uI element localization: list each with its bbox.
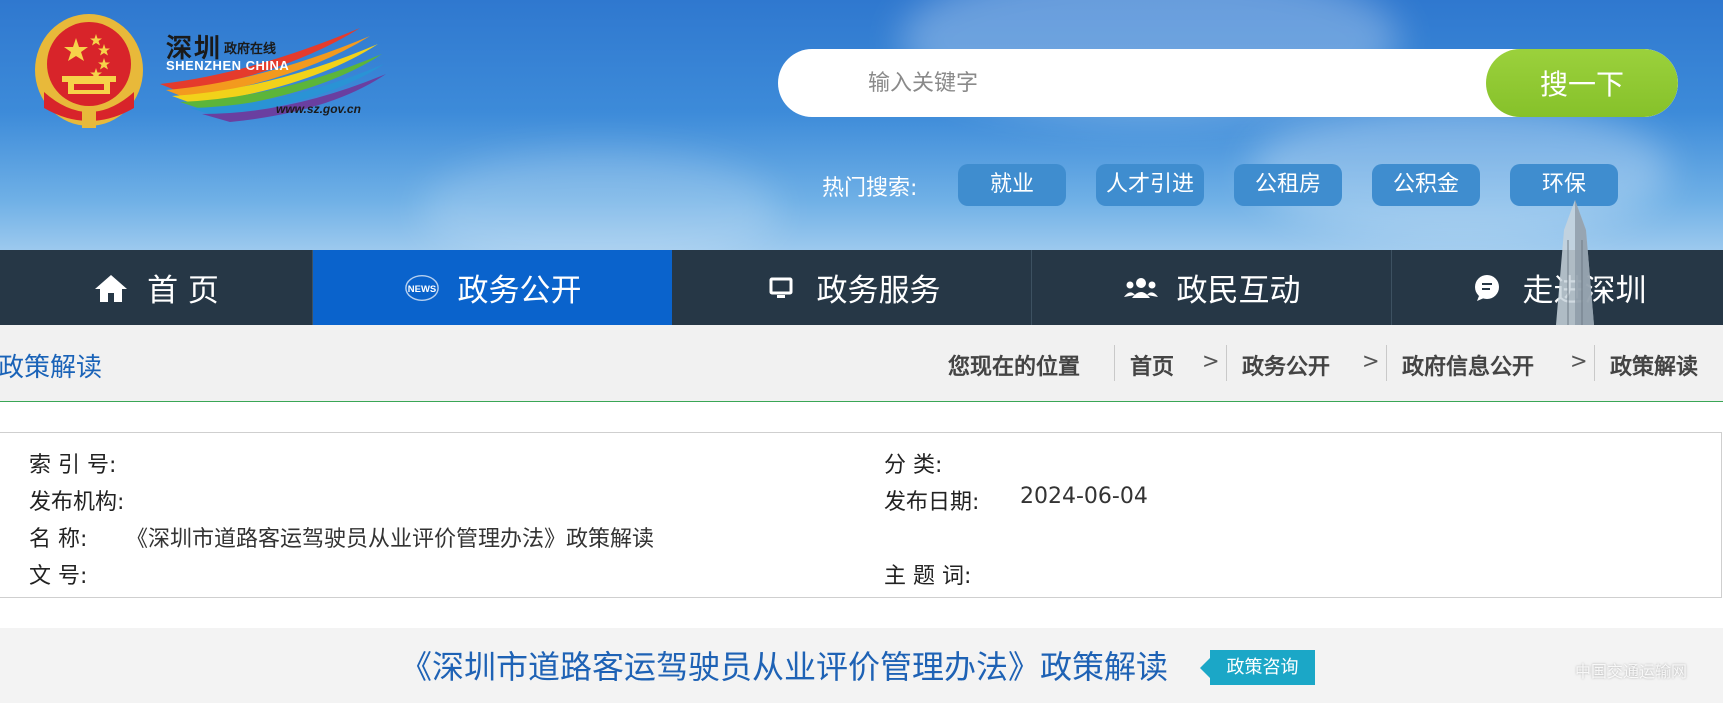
logo-chinese-subtitle: 政府在线 xyxy=(224,42,277,57)
national-emblem-icon xyxy=(35,14,143,128)
nav-item-label: 政民互动 xyxy=(1176,273,1301,309)
logo-url: www.sz.gov.cn xyxy=(276,102,361,116)
nav-item-public-interaction[interactable]: 政民互动 xyxy=(1032,250,1392,325)
search-box: 搜一下 xyxy=(778,49,1678,117)
breadcrumb-divider xyxy=(1594,345,1595,381)
hot-search-label: 热门搜索: xyxy=(822,176,918,201)
ping-an-tower-icon xyxy=(1556,200,1594,325)
search-input[interactable] xyxy=(778,49,1488,117)
article-title: 《深圳市道路客运驾驶员从业评价管理办法》政策解读 xyxy=(400,648,1169,686)
site-header: 深圳 政府在线 SHENZHEN CHINA www.sz.gov.cn 搜一下… xyxy=(0,0,1723,250)
breadcrumb-divider xyxy=(1226,345,1227,381)
document-meta-table: 索 引 号: 分 类: 发布机构: 发布日期: 2024-06-04 名 称: … xyxy=(0,432,1722,598)
section-title: 政策解读 xyxy=(0,353,103,383)
nav-item-label: 政务公开 xyxy=(457,273,582,309)
breadcrumb-divider xyxy=(1386,345,1387,381)
breadcrumb-separator: > xyxy=(1362,349,1380,373)
news-icon: NEWS xyxy=(404,273,440,303)
meta-index-label: 索 引 号: xyxy=(29,453,117,478)
breadcrumb-link-home[interactable]: 首页 xyxy=(1130,349,1174,381)
home-icon xyxy=(93,273,129,303)
search-button[interactable]: 搜一下 xyxy=(1486,49,1678,117)
meta-date-value: 2024-06-04 xyxy=(1020,484,1148,509)
hot-search-tag[interactable]: 公积金 xyxy=(1372,164,1480,206)
nav-item-government-services[interactable]: 政务服务 xyxy=(672,250,1032,325)
breadcrumb-separator: > xyxy=(1570,349,1588,373)
nav-item-label: 首 页 xyxy=(147,273,219,309)
breadcrumb-bar: 政策解读 您现在的位置 首页 > 政务公开 > 政府信息公开 > 政策解读 xyxy=(0,325,1723,402)
meta-publisher-label: 发布机构: xyxy=(29,490,125,515)
meta-date-label: 发布日期: xyxy=(884,490,980,515)
svg-text:NEWS: NEWS xyxy=(407,283,435,294)
breadcrumb-link-policy-interpretation[interactable]: 政策解读 xyxy=(1610,349,1698,381)
breadcrumb-link-government-info[interactable]: 政府信息公开 xyxy=(1402,349,1534,381)
nav-item-home[interactable]: 首 页 xyxy=(0,250,313,325)
meta-category-label: 分 类: xyxy=(884,453,943,478)
meta-keywords-label: 主 题 词: xyxy=(884,564,972,589)
article-title-bar: 《深圳市道路客运驾驶员从业评价管理办法》政策解读 政策咨询 xyxy=(0,628,1723,703)
breadcrumb-location-label: 您现在的位置 xyxy=(948,355,1081,380)
sky-cloud xyxy=(420,150,780,250)
hot-search-tag[interactable]: 人才引进 xyxy=(1096,164,1204,206)
breadcrumb-separator: > xyxy=(1202,349,1220,373)
people-icon xyxy=(1123,273,1159,303)
chat-icon xyxy=(1469,273,1505,303)
meta-name-value: 《深圳市道路客运驾驶员从业评价管理办法》政策解读 xyxy=(126,527,655,552)
nav-item-government-affairs[interactable]: NEWS 政务公开 xyxy=(313,250,672,325)
meta-doc-number-label: 文 号: xyxy=(29,564,88,589)
breadcrumb-link-government-affairs[interactable]: 政务公开 xyxy=(1242,349,1330,381)
hot-search-tag[interactable]: 就业 xyxy=(958,164,1066,206)
logo-english-title: SHENZHEN CHINA xyxy=(166,58,290,73)
hot-search-tag[interactable]: 公租房 xyxy=(1234,164,1342,206)
monitor-icon xyxy=(763,273,799,303)
breadcrumb-divider xyxy=(1114,345,1115,381)
nav-item-label: 政务服务 xyxy=(816,273,941,309)
meta-name-label: 名 称: xyxy=(29,527,88,552)
shenzhen-logo[interactable]: 深圳 政府在线 SHENZHEN CHINA www.sz.gov.cn xyxy=(160,22,390,127)
main-nav: 首 页 NEWS 政务公开 政务服务 政民互动 走进深圳 xyxy=(0,250,1723,325)
policy-consult-badge[interactable]: 政策咨询 xyxy=(1200,650,1315,685)
watermark: 中国交通运输网 xyxy=(1575,662,1688,681)
